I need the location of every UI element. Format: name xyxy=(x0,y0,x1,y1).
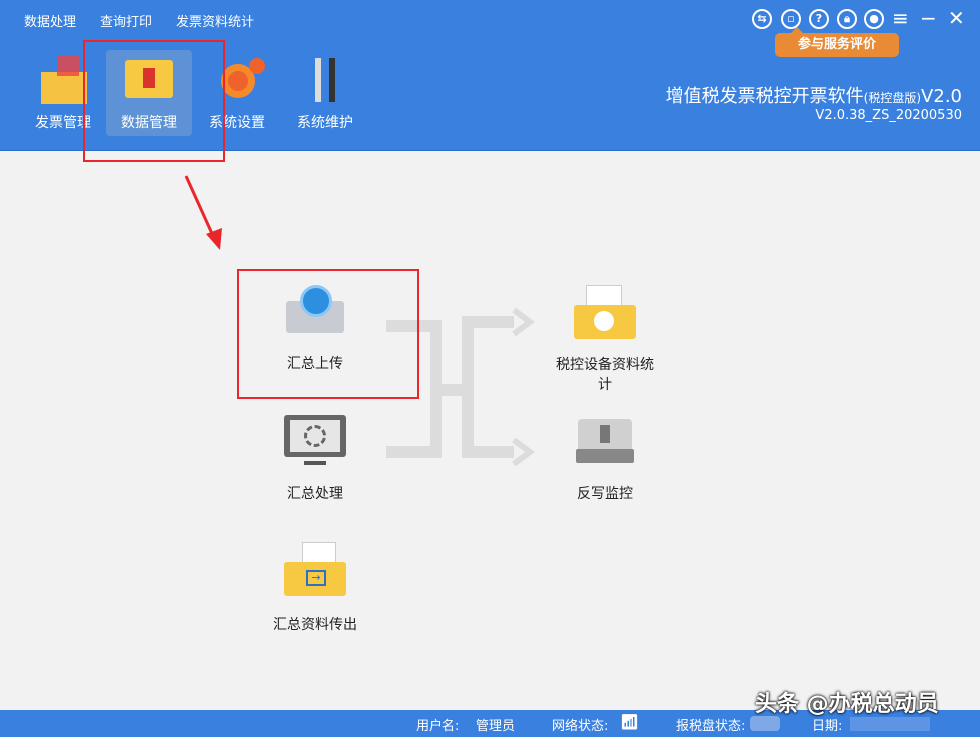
connector xyxy=(474,446,514,458)
network-label: 网络状态: xyxy=(552,715,608,734)
writeback-monitor-button[interactable]: 反写监控 xyxy=(545,415,665,503)
app-version: V2.0.38_ZS_20200530 xyxy=(815,108,962,123)
menu-invoice-stats[interactable]: 发票资料统计 xyxy=(176,11,254,30)
connector xyxy=(386,446,432,458)
function-label: 汇总资料传出 xyxy=(273,617,357,633)
close-icon[interactable]: ✕ xyxy=(948,6,965,30)
watermark: 头条 @办税总动员 xyxy=(755,686,939,718)
connector xyxy=(462,316,474,458)
feedback-icon[interactable]: ▫ xyxy=(781,9,801,29)
service-rating-tooltip[interactable]: 参与服务评价 xyxy=(775,33,899,57)
summary-process-button[interactable]: 汇总处理 xyxy=(255,415,375,503)
menu-icon[interactable]: ≡ xyxy=(892,6,909,30)
highlight-box xyxy=(83,40,225,162)
user-value: 管理员 xyxy=(476,715,515,734)
device-stats-button[interactable]: 税控设备资料统计 xyxy=(545,285,665,395)
help-icon[interactable]: ? xyxy=(809,9,829,29)
function-label: 反写监控 xyxy=(577,486,633,502)
wifi-icon: 📶︎ xyxy=(620,713,639,731)
header: 数据处理 查询打印 发票资料统计 发票管理 数据管理 系统设置 系统维护 ⇆ ▫… xyxy=(0,0,980,151)
arrow-right-icon xyxy=(510,436,536,468)
monitor-refresh-icon xyxy=(282,415,348,471)
folder-export-icon: → xyxy=(282,542,348,598)
lock-icon[interactable]: 🔒︎ xyxy=(837,9,857,29)
function-label: 汇总处理 xyxy=(287,486,343,502)
minimize-icon[interactable]: − xyxy=(920,6,937,30)
toolbar-system-maintenance[interactable]: 系统维护 xyxy=(282,50,368,136)
arrow-indicator xyxy=(180,172,230,252)
app-title: 增值税发票税控开票软件(税控盘版)V2.0 xyxy=(666,82,962,108)
user-icon[interactable]: ● xyxy=(864,9,884,29)
connector xyxy=(474,316,514,328)
user-label: 用户名: xyxy=(416,715,459,734)
toolbar-label: 系统维护 xyxy=(297,115,353,131)
app-title-text: 增值税发票税控开票软件 xyxy=(666,86,864,107)
function-label: 税控设备资料统计 xyxy=(555,355,655,395)
disk-status-icon xyxy=(750,716,780,731)
highlight-box xyxy=(237,269,419,399)
disk-drive-icon xyxy=(572,415,638,471)
menu-data-processing[interactable]: 数据处理 xyxy=(24,11,76,30)
summary-export-button[interactable]: → 汇总资料传出 xyxy=(255,542,375,634)
folder-chart-icon xyxy=(572,285,638,341)
arrow-right-icon xyxy=(510,306,536,338)
switch-icon[interactable]: ⇆ xyxy=(752,9,772,29)
menu-query-print[interactable]: 查询打印 xyxy=(100,11,152,30)
wrench-icon xyxy=(295,54,355,106)
date-value xyxy=(850,717,930,731)
app-version-suffix: V2.0 xyxy=(921,86,962,107)
app-edition: (税控盘版) xyxy=(864,91,921,105)
disk-status-label: 报税盘状态: xyxy=(676,715,745,734)
connector xyxy=(430,320,442,458)
